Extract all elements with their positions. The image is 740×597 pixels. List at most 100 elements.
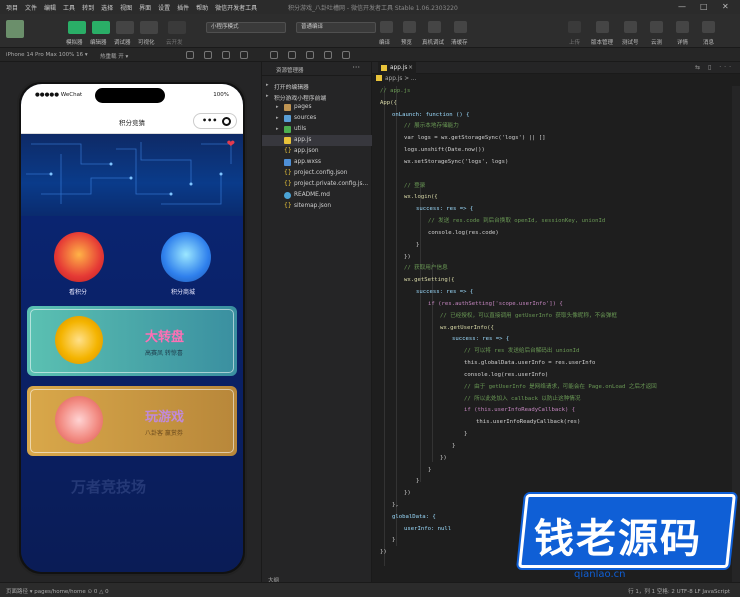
search-icon[interactable] — [288, 51, 296, 59]
clear-cache-icon[interactable] — [454, 21, 467, 33]
debug-icon[interactable] — [324, 51, 332, 59]
menu-item[interactable]: 项目 — [6, 3, 18, 12]
menu-item[interactable]: 微信开发者工具 — [215, 3, 257, 12]
home-icon[interactable] — [222, 51, 230, 59]
rotate-icon[interactable] — [186, 51, 194, 59]
avatar[interactable] — [6, 20, 24, 38]
status-right[interactable]: 行 1，列 1 空格: 2 UTF-8 LF JavaScript — [628, 587, 730, 595]
cloudtest-icon[interactable] — [650, 21, 663, 33]
info-icon — [284, 192, 291, 199]
minimize-icon[interactable]: — — [678, 2, 686, 11]
debugger-toggle[interactable] — [116, 21, 134, 34]
editor-actions[interactable]: ⇆ ▯ ··· — [695, 64, 734, 71]
code-line: console.log(res.code) — [428, 229, 499, 236]
tree-item[interactable]: app.js — [262, 135, 372, 146]
device-select[interactable]: iPhone 14 Pro Max 100% 16 ▾ — [6, 52, 88, 58]
tree-item[interactable]: ▸ 积分游戏小程序前端 — [262, 91, 372, 102]
compile-icon[interactable] — [380, 21, 393, 33]
watermark-url: qianlao.cn — [574, 569, 626, 580]
tree-item[interactable]: ▸ 打开的编辑器 — [262, 80, 372, 91]
menu-item[interactable]: 工具 — [63, 3, 75, 12]
menu-item[interactable]: 文件 — [25, 3, 37, 12]
view-points-icon[interactable] — [54, 232, 104, 282]
menu-item[interactable]: 编辑 — [44, 3, 56, 12]
maximize-icon[interactable]: □ — [700, 2, 708, 11]
menu-item[interactable]: 设置 — [158, 3, 170, 12]
wheel-card[interactable]: 大转盘 高赛凤 转惊喜 — [27, 306, 237, 376]
game-card[interactable]: 玩游戏 八卦客 赢赏券 — [27, 386, 237, 456]
tree-item[interactable]: ▸ sources — [262, 113, 372, 124]
volume-icon[interactable] — [204, 51, 212, 59]
more-icon[interactable]: ••• — [202, 116, 217, 125]
status-left[interactable]: 页面路径 ▾ pages/home/home ⊙ 0 △ 0 — [6, 587, 109, 595]
tree-item[interactable]: {} project.private.config.js... — [262, 179, 372, 190]
simulator-toggle[interactable] — [68, 21, 86, 34]
visual-toggle[interactable] — [140, 21, 158, 34]
testid-icon[interactable] — [624, 21, 637, 33]
chevron-right-icon[interactable]: ▸ — [266, 93, 269, 99]
breadcrumb[interactable]: app.js > ... — [376, 75, 416, 85]
preview-icon[interactable] — [403, 21, 416, 33]
heart-icon[interactable]: ❤ — [227, 139, 235, 150]
toolbar: 模拟器 编辑器 调试器 可视化 云开发 小程序模式 普通编译 编译 预览 真机调… — [0, 14, 740, 48]
tree-item[interactable]: README.md — [262, 190, 372, 201]
menu-item[interactable]: 插件 — [177, 3, 189, 12]
version-icon[interactable] — [596, 21, 609, 33]
code-line: wx.login({ — [404, 194, 438, 201]
circuit-pattern — [26, 142, 232, 205]
tree-item[interactable]: app.wxss — [262, 157, 372, 168]
chevron-right-icon[interactable]: ▸ — [276, 126, 279, 132]
js-file-icon — [284, 137, 291, 144]
points-mall-icon[interactable] — [161, 232, 211, 282]
message-icon[interactable] — [702, 21, 715, 33]
close-icon[interactable]: ✕ — [722, 2, 729, 11]
code-line: if (this.userInfoReadyCallback) { — [464, 407, 576, 414]
tree-item[interactable]: ▸ pages — [262, 102, 372, 113]
code-area[interactable]: // app.js App({onLaunch: function () {// … — [372, 86, 732, 559]
chevron-right-icon[interactable]: ▸ — [276, 104, 279, 110]
menu-item[interactable]: 帮助 — [196, 3, 208, 12]
tree-item[interactable]: {} sitemap.json — [262, 201, 372, 212]
editor-toggle[interactable] — [92, 21, 110, 34]
code-line: } — [452, 442, 456, 449]
toolbar-label-message: 消息 — [703, 40, 715, 46]
hotreload-select[interactable]: 热重载 开 ▾ — [100, 52, 128, 60]
upload-icon[interactable] — [568, 21, 581, 33]
tree-item[interactable]: {} project.config.json — [262, 168, 372, 179]
dynamic-island — [95, 88, 165, 103]
remote-debug-icon[interactable] — [428, 21, 441, 33]
tree-item[interactable]: ▸ utils — [262, 124, 372, 135]
chevron-right-icon[interactable]: ▸ — [266, 82, 269, 88]
carrier-label: ●●●●● WeChat — [35, 92, 83, 98]
code-line: // 登录 — [404, 182, 426, 189]
points-mall-label[interactable]: 积分商城 — [171, 287, 195, 296]
popout-icon[interactable] — [240, 51, 248, 59]
code-line: console.log(res.userInfo) — [464, 371, 549, 378]
wheel-icon — [55, 316, 103, 364]
status-bar: 页面路径 ▾ pages/home/home ⊙ 0 △ 0 行 1，列 1 空… — [0, 582, 740, 597]
capsule-menu[interactable]: ••• — [193, 113, 237, 129]
menu-item[interactable]: 视图 — [120, 3, 132, 12]
tab-app-js[interactable]: app.js × — [378, 62, 416, 74]
extensions-icon[interactable] — [342, 51, 350, 59]
files-icon[interactable] — [270, 51, 278, 59]
close-tab-icon[interactable]: × — [408, 62, 413, 74]
menu-item[interactable]: 选择 — [101, 3, 113, 12]
simulator-panel: ●●●●● WeChat 100% 积分竞猜 ••• ❤ 看积分 积分商城 大转… — [0, 62, 262, 582]
compile-select[interactable]: 普通编译 — [296, 22, 376, 33]
menu-item[interactable]: 转到 — [82, 3, 94, 12]
mode-select[interactable]: 小程序模式 — [206, 22, 286, 33]
git-icon[interactable] — [306, 51, 314, 59]
close-miniapp-icon[interactable] — [222, 117, 231, 126]
chevron-right-icon[interactable]: ▸ — [276, 115, 279, 121]
code-line: onLaunch: function () { — [392, 111, 470, 118]
arena-banner-text: 万者竞技场 — [71, 478, 147, 496]
details-icon[interactable] — [676, 21, 689, 33]
cloud-toggle[interactable] — [168, 21, 186, 34]
tree-item-label: sitemap.json — [294, 203, 332, 209]
menu-item[interactable]: 界面 — [139, 3, 151, 12]
more-icon[interactable]: ··· — [352, 63, 360, 72]
game-icon — [55, 396, 103, 444]
view-points-label[interactable]: 看积分 — [69, 287, 87, 296]
tree-item[interactable]: {} app.json — [262, 146, 372, 157]
